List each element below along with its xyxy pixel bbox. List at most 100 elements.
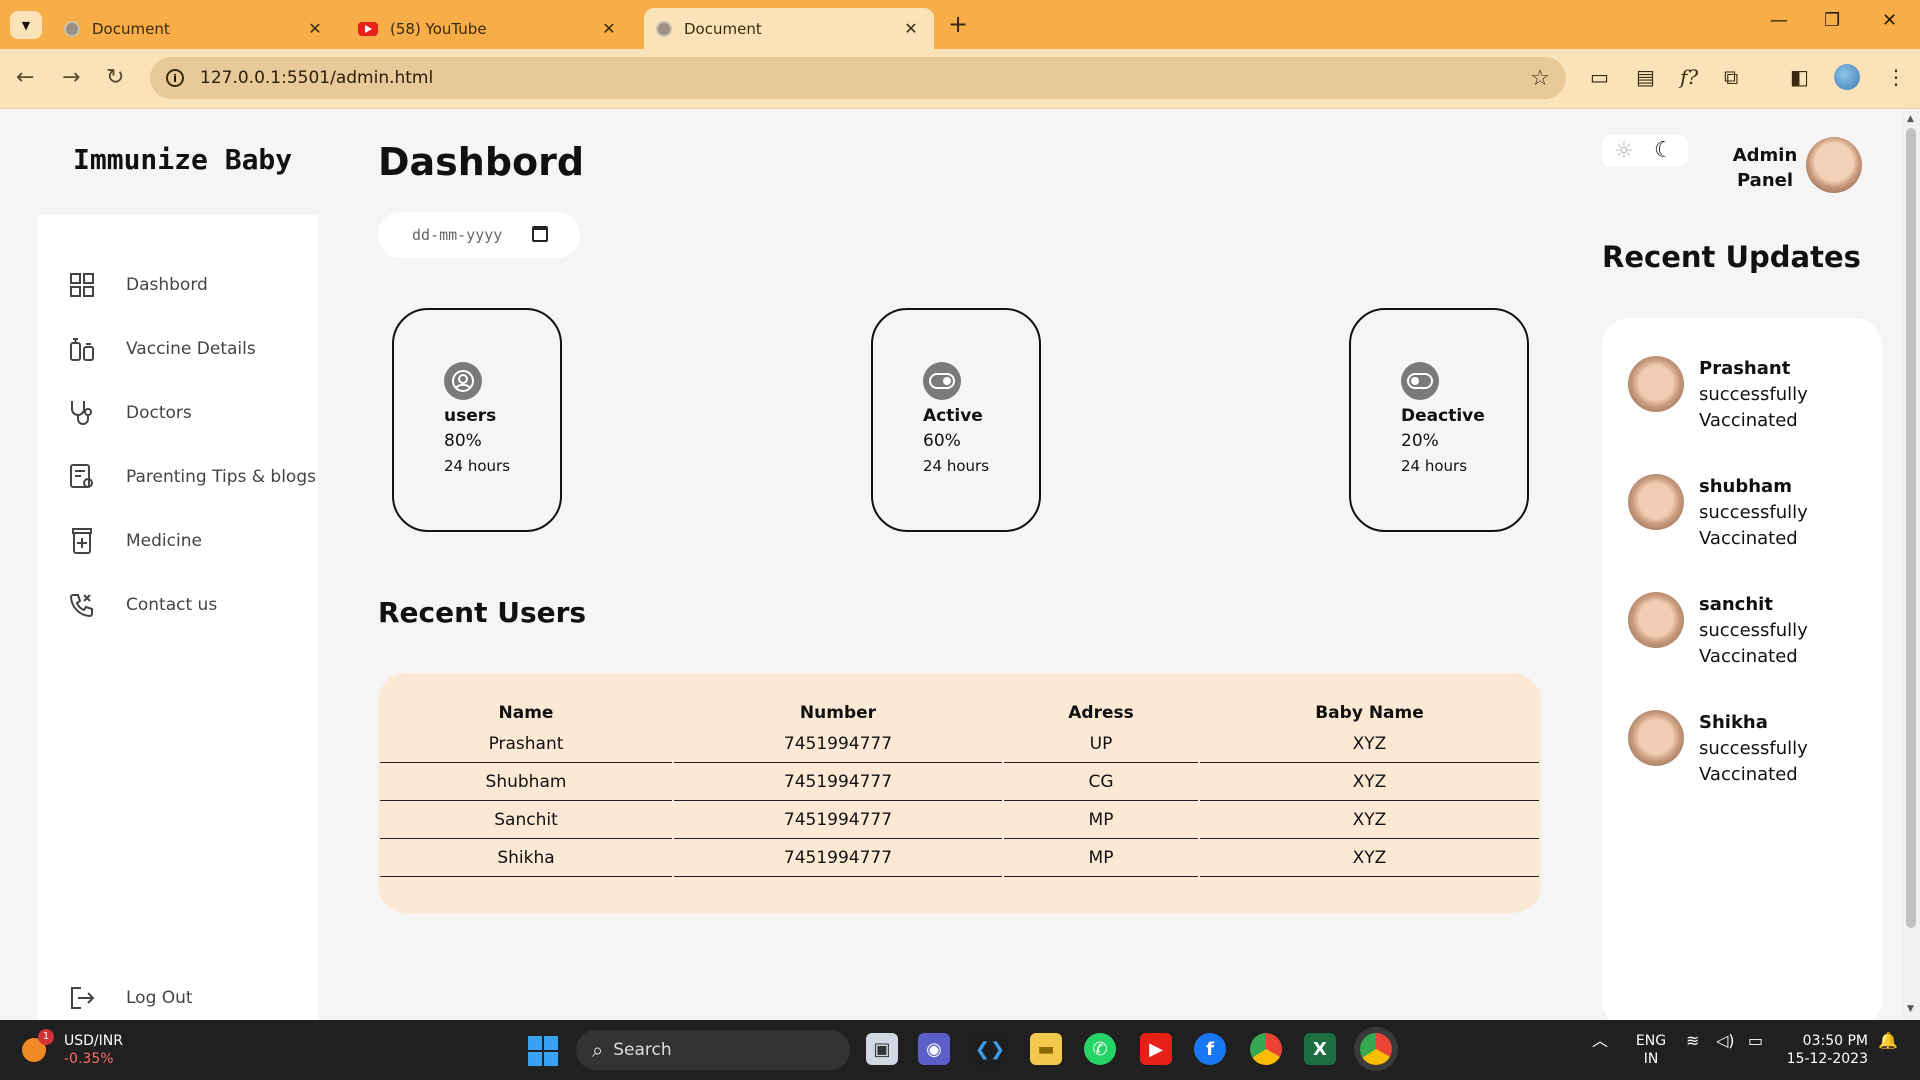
bookmark-star-icon[interactable]: ☆ [1530,66,1550,91]
user-icon [444,362,482,400]
lang-line2: IN [1643,1051,1659,1067]
sun-icon[interactable]: ☼ [1614,139,1634,164]
scrollbar-thumb[interactable] [1906,128,1916,928]
url-text: 127.0.0.1:5501/admin.html [200,68,434,88]
extension-icon[interactable]: ▤ [1636,65,1655,89]
site-info-icon[interactable]: i [166,69,184,87]
close-window-icon[interactable]: ✕ [1882,10,1897,31]
avatar [1628,592,1684,648]
side-panel-icon[interactable]: ◧ [1790,65,1809,89]
file-explorer-icon[interactable]: ▬ [1030,1033,1062,1065]
close-icon[interactable]: ✕ [304,19,326,38]
forward-icon[interactable]: → [62,65,80,90]
globe-icon [64,20,80,37]
puzzle-icon[interactable]: ⧉ [1724,65,1738,89]
whatsapp-icon[interactable]: ✆ [1084,1033,1116,1065]
sidebar-item-parenting-tips[interactable]: Parenting Tips & blogs [68,457,316,497]
medicine-icon [68,527,96,555]
update-name: shubham [1699,476,1792,497]
cell-baby-name: XYZ [1200,839,1539,877]
tab-title: Document [92,19,170,38]
clock-date: 15-12-2023 [1786,1051,1868,1067]
excel-icon[interactable]: X [1304,1033,1336,1065]
volume-icon[interactable]: ◁) [1716,1032,1735,1050]
sidebar-item-medicine[interactable]: Medicine [68,521,202,561]
youtube-app-icon[interactable]: ▶ [1140,1033,1172,1065]
restore-icon[interactable]: ❐ [1824,10,1840,31]
scroll-down-icon[interactable]: ▼ [1907,1004,1914,1014]
new-tab-button[interactable]: + [948,10,968,38]
notification-badge: 1 [38,1029,54,1045]
page-scrollbar[interactable]: ▲ ▼ [1902,110,1920,1020]
tray-chevron-icon[interactable]: ︿ [1592,1032,1608,1050]
sidebar-item-doctors[interactable]: Doctors [68,393,192,433]
task-view-icon[interactable]: ▣ [866,1033,898,1065]
date-input[interactable]: dd-mm-yyyy [378,212,580,258]
chrome-active-icon[interactable] [1360,1033,1392,1065]
profile-avatar[interactable] [1834,64,1860,90]
more-menu-icon[interactable]: ⋮ [1886,65,1906,89]
tab-search-button[interactable]: ▼ [10,11,42,39]
system-clock[interactable]: 03:50 PM 15-12-2023 [1786,1032,1868,1068]
wifi-icon[interactable]: ≋ [1686,1032,1699,1050]
cell-number: 7451994777 [674,839,1002,877]
calendar-icon[interactable] [532,226,548,242]
page-title: Dashbord [378,140,585,184]
admin-avatar[interactable] [1806,137,1862,193]
language-indicator[interactable]: ENG IN [1634,1032,1668,1068]
back-icon[interactable]: ← [16,65,34,90]
stethoscope-icon [68,399,96,427]
blog-icon [68,463,96,491]
sidebar-item-label: Vaccine Details [126,339,256,359]
column-header: Adress [1068,703,1134,723]
scroll-up-icon[interactable]: ▲ [1907,114,1914,124]
battery-icon[interactable]: ▭ [1748,1032,1763,1050]
cell-name: Prashant [380,725,672,763]
notification-bell-icon[interactable]: 🔔 [1878,1032,1898,1050]
stat-card-active: Active 60% 24 hours [871,308,1041,532]
browser-toolbar: ← → ↻ i 127.0.0.1:5501/admin.html ☆ ▭ ▤ … [0,49,1920,109]
browser-tab-2[interactable]: (58) YouTube ✕ [346,8,632,49]
globe-icon [656,20,672,37]
minimize-icon[interactable]: — [1770,10,1788,31]
search-label: Search [613,1040,672,1060]
table-row: Sanchit 7451994777 MP XYZ [380,801,1539,839]
card-sub: 24 hours [923,457,990,475]
card-title: Active [923,406,983,426]
windows-start-icon[interactable] [528,1036,558,1066]
avatar [1628,474,1684,530]
avatar [1628,356,1684,412]
chrome-icon[interactable] [1250,1033,1282,1065]
sidebar-item-vaccine-details[interactable]: Vaccine Details [68,329,256,369]
table-row: Prashant 7451994777 UP XYZ [380,725,1539,763]
sidebar-logout[interactable]: Log Out [68,978,193,1018]
update-line: Vaccinated [1699,410,1798,431]
cast-icon[interactable]: ▭ [1590,65,1609,89]
update-line: successfully [1699,738,1808,759]
reload-icon[interactable]: ↻ [106,65,124,90]
close-icon[interactable]: ✕ [598,19,620,38]
close-icon[interactable]: ✕ [900,19,922,38]
vscode-icon[interactable]: ❮❯ [974,1033,1006,1065]
browser-tab-1[interactable]: Document ✕ [52,8,338,49]
meet-icon[interactable]: ◉ [918,1033,950,1065]
card-sub: 24 hours [1401,457,1468,475]
column-header: Name [498,703,554,723]
date-placeholder: dd-mm-yyyy [412,226,503,244]
admin-label-line1: Admin [1732,145,1798,166]
sidebar-item-contact-us[interactable]: Contact us [68,585,217,625]
taskbar-search[interactable]: ⌕ Search [576,1030,850,1070]
facebook-icon[interactable]: f [1194,1033,1226,1065]
update-line: Vaccinated [1699,646,1798,667]
theme-toggle[interactable]: ☼ ☾ [1602,135,1688,167]
admin-label-line2: Panel [1736,170,1794,191]
card-title: Deactive [1401,406,1485,426]
address-bar[interactable]: i 127.0.0.1:5501/admin.html ☆ [150,57,1566,99]
moon-icon[interactable]: ☾ [1654,138,1674,163]
sidebar-item-dashboard[interactable]: Dashbord [68,265,208,305]
browser-tab-3[interactable]: Document ✕ [644,8,934,49]
table-row: Shubham 7451994777 CG XYZ [380,763,1539,801]
sidebar-item-label: Parenting Tips & blogs [126,467,316,487]
formula-extension-icon[interactable]: f? [1680,65,1698,89]
update-line: successfully [1699,620,1808,641]
